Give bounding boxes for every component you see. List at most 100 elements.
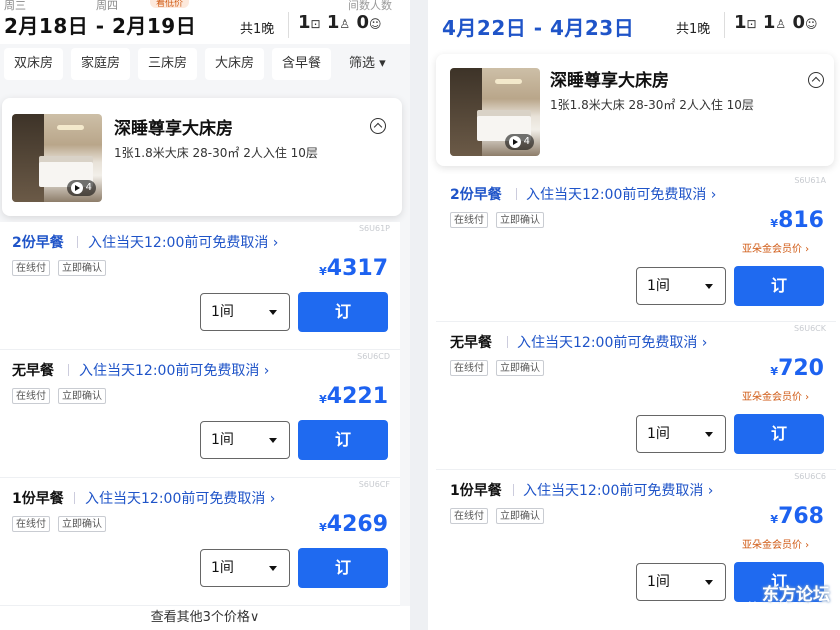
collapse-icon[interactable] [370, 118, 386, 134]
room-photo[interactable]: 4 [450, 68, 540, 156]
book-button[interactable]: 订 [734, 266, 824, 306]
divider [288, 12, 289, 38]
tag: 立即确认 [58, 260, 106, 276]
price: ¥720 [770, 356, 824, 381]
price: ¥768 [770, 504, 824, 529]
price: ¥4269 [319, 512, 388, 537]
caret-down-icon [269, 438, 277, 443]
chevron-down-icon: ▾ [379, 56, 386, 71]
divider [77, 236, 78, 248]
rooms-count: 1 [734, 12, 747, 33]
filter-chip[interactable]: 双床房 [4, 48, 64, 80]
room-card[interactable]: 4 深睡尊享大床房 1张1.8米大床 28-30㎡ 2人入住 10层 [2, 98, 402, 216]
book-button[interactable]: 订 [734, 414, 824, 454]
quantity-select[interactable]: 1间 [200, 421, 290, 459]
date-range[interactable]: 4月22日 - 4月23日 [442, 12, 634, 41]
divider [724, 12, 725, 38]
cancel-policy-link[interactable]: 入住当天12:00前可免费取消 › [85, 488, 275, 508]
divider [513, 484, 514, 496]
tag: 立即确认 [496, 212, 544, 228]
member-price-link[interactable]: 亚朵金会员价 › [742, 536, 809, 551]
filter-chip[interactable]: 家庭房 [71, 48, 131, 80]
video-badge: 4 [504, 134, 534, 150]
room-icon: ⊡ [310, 17, 321, 31]
quantity-select[interactable]: 1间 [636, 267, 726, 305]
filter-chip[interactable]: 含早餐 [272, 48, 332, 80]
tag: 在线付 [450, 360, 488, 376]
caret-down-icon [705, 284, 713, 289]
price: ¥816 [770, 208, 824, 233]
book-button[interactable]: 订 [298, 548, 388, 588]
rate-code: S6U61A [794, 176, 826, 185]
room-desc: 1张1.8米大床 28-30㎡ 2人入住 10层 [114, 146, 318, 160]
quantity-select[interactable]: 1间 [636, 563, 726, 601]
rate-plan: S6U6CK 无早餐 入住当天12:00前可免费取消 › 在线付 立即确认 ¥7… [436, 322, 836, 470]
meal-plan: 1份早餐 [12, 491, 64, 507]
divider [516, 188, 517, 200]
tag: 立即确认 [58, 516, 106, 532]
filter-chip[interactable]: 大床房 [205, 48, 265, 80]
room-photo[interactable]: 4 [12, 114, 102, 202]
tag: 立即确认 [58, 388, 106, 404]
meal-plan: 1份早餐 [450, 483, 502, 499]
collapse-icon[interactable] [808, 72, 824, 88]
filter-bar: 双床房 家庭房 三床房 大床房 含早餐 筛选 ▾ [0, 44, 410, 86]
play-icon [70, 182, 83, 194]
date-bar[interactable]: 4月22日 - 4月23日 共1晚 1⊡ 1♙ 0☺ [428, 0, 840, 48]
media-count: 4 [85, 182, 92, 193]
tag: 立即确认 [496, 508, 544, 524]
room-title: 深睡尊享大床房 [114, 119, 233, 139]
adults-count: 1 [762, 12, 776, 33]
child-icon: ☺ [804, 17, 818, 31]
room-title: 深睡尊享大床房 [550, 71, 669, 91]
meal-plan: 2份早餐 [450, 187, 502, 203]
rate-code: S6U61P [358, 224, 390, 233]
price: ¥4221 [319, 384, 388, 409]
cancel-policy-link[interactable]: 入住当天12:00前可免费取消 › [517, 332, 707, 352]
show-more-prices[interactable]: 查看其他3个价格∨ [0, 606, 410, 630]
quantity-select[interactable]: 1间 [200, 293, 290, 331]
rate-code: S6U6CF [358, 480, 390, 489]
nights-count: 共1晚 [240, 22, 275, 37]
member-price-link[interactable]: 亚朵金会员价 › [742, 388, 809, 403]
adult-icon: ♙ [339, 17, 351, 31]
cancel-policy-link[interactable]: 入住当天12:00前可免费取消 › [88, 232, 278, 252]
rate-code: S6U6C6 [794, 472, 826, 481]
caret-down-icon [269, 310, 277, 315]
cancel-policy-link[interactable]: 入住当天12:00前可免费取消 › [523, 480, 713, 500]
tag: 在线付 [450, 508, 488, 524]
rate-plan: S6U6CD 无早餐 入住当天12:00前可免费取消 › 在线付 立即确认 ¥4… [0, 350, 400, 478]
child-icon: ☺ [368, 17, 382, 31]
nights-count: 共1晚 [676, 22, 711, 37]
occupancy-selector[interactable]: 1⊡ 1♙ 0☺ [298, 12, 382, 33]
tag: 在线付 [450, 212, 488, 228]
filter-label: 筛选 [349, 56, 376, 71]
caret-down-icon [705, 432, 713, 437]
book-button[interactable]: 订 [298, 292, 388, 332]
book-button[interactable]: 订 [298, 420, 388, 460]
meal-plan: 2份早餐 [12, 235, 64, 251]
rate-plan: S6U61A 2份早餐 入住当天12:00前可免费取消 › 在线付 立即确认 ¥… [436, 174, 836, 322]
quantity-select[interactable]: 1间 [200, 549, 290, 587]
room-card[interactable]: 4 深睡尊享大床房 1张1.8米大床 28-30㎡ 2人入住 10层 [436, 54, 834, 166]
member-price-link[interactable]: 亚朵金会员价 › [742, 240, 809, 255]
adults-count: 1 [326, 12, 340, 33]
date-range[interactable]: 2月18日 - 2月19日 [4, 10, 196, 39]
cancel-policy-link[interactable]: 入住当天12:00前可免费取消 › [526, 184, 716, 204]
low-price-tag[interactable]: 看低价 [150, 0, 190, 9]
filter-button[interactable]: 筛选 ▾ [339, 48, 396, 80]
cancel-policy-link[interactable]: 入住当天12:00前可免费取消 › [79, 360, 269, 380]
quantity-select[interactable]: 1间 [636, 415, 726, 453]
filter-chip[interactable]: 三床房 [138, 48, 198, 80]
room-desc: 1张1.8米大床 28-30㎡ 2人入住 10层 [550, 98, 754, 112]
rate-plan: S6U6CF 1份早餐 入住当天12:00前可免费取消 › 在线付 立即确认 ¥… [0, 478, 400, 606]
left-screenshot: 周三 周四 看低价 2月18日 - 2月19日 共1晚 间数人数 1⊡ 1♙ 0… [0, 0, 410, 630]
right-screenshot: 4月22日 - 4月23日 共1晚 1⊡ 1♙ 0☺ 4 深睡尊享大床房 1张1… [428, 0, 840, 630]
watermark-url: bbs.eastday.com [748, 600, 816, 609]
occupancy-selector[interactable]: 1⊡ 1♙ 0☺ [734, 12, 818, 33]
tag: 在线付 [12, 388, 50, 404]
divider [68, 364, 69, 376]
price: ¥4317 [319, 256, 388, 281]
date-bar[interactable]: 周三 周四 看低价 2月18日 - 2月19日 共1晚 间数人数 1⊡ 1♙ 0… [0, 0, 410, 44]
tag: 在线付 [12, 260, 50, 276]
